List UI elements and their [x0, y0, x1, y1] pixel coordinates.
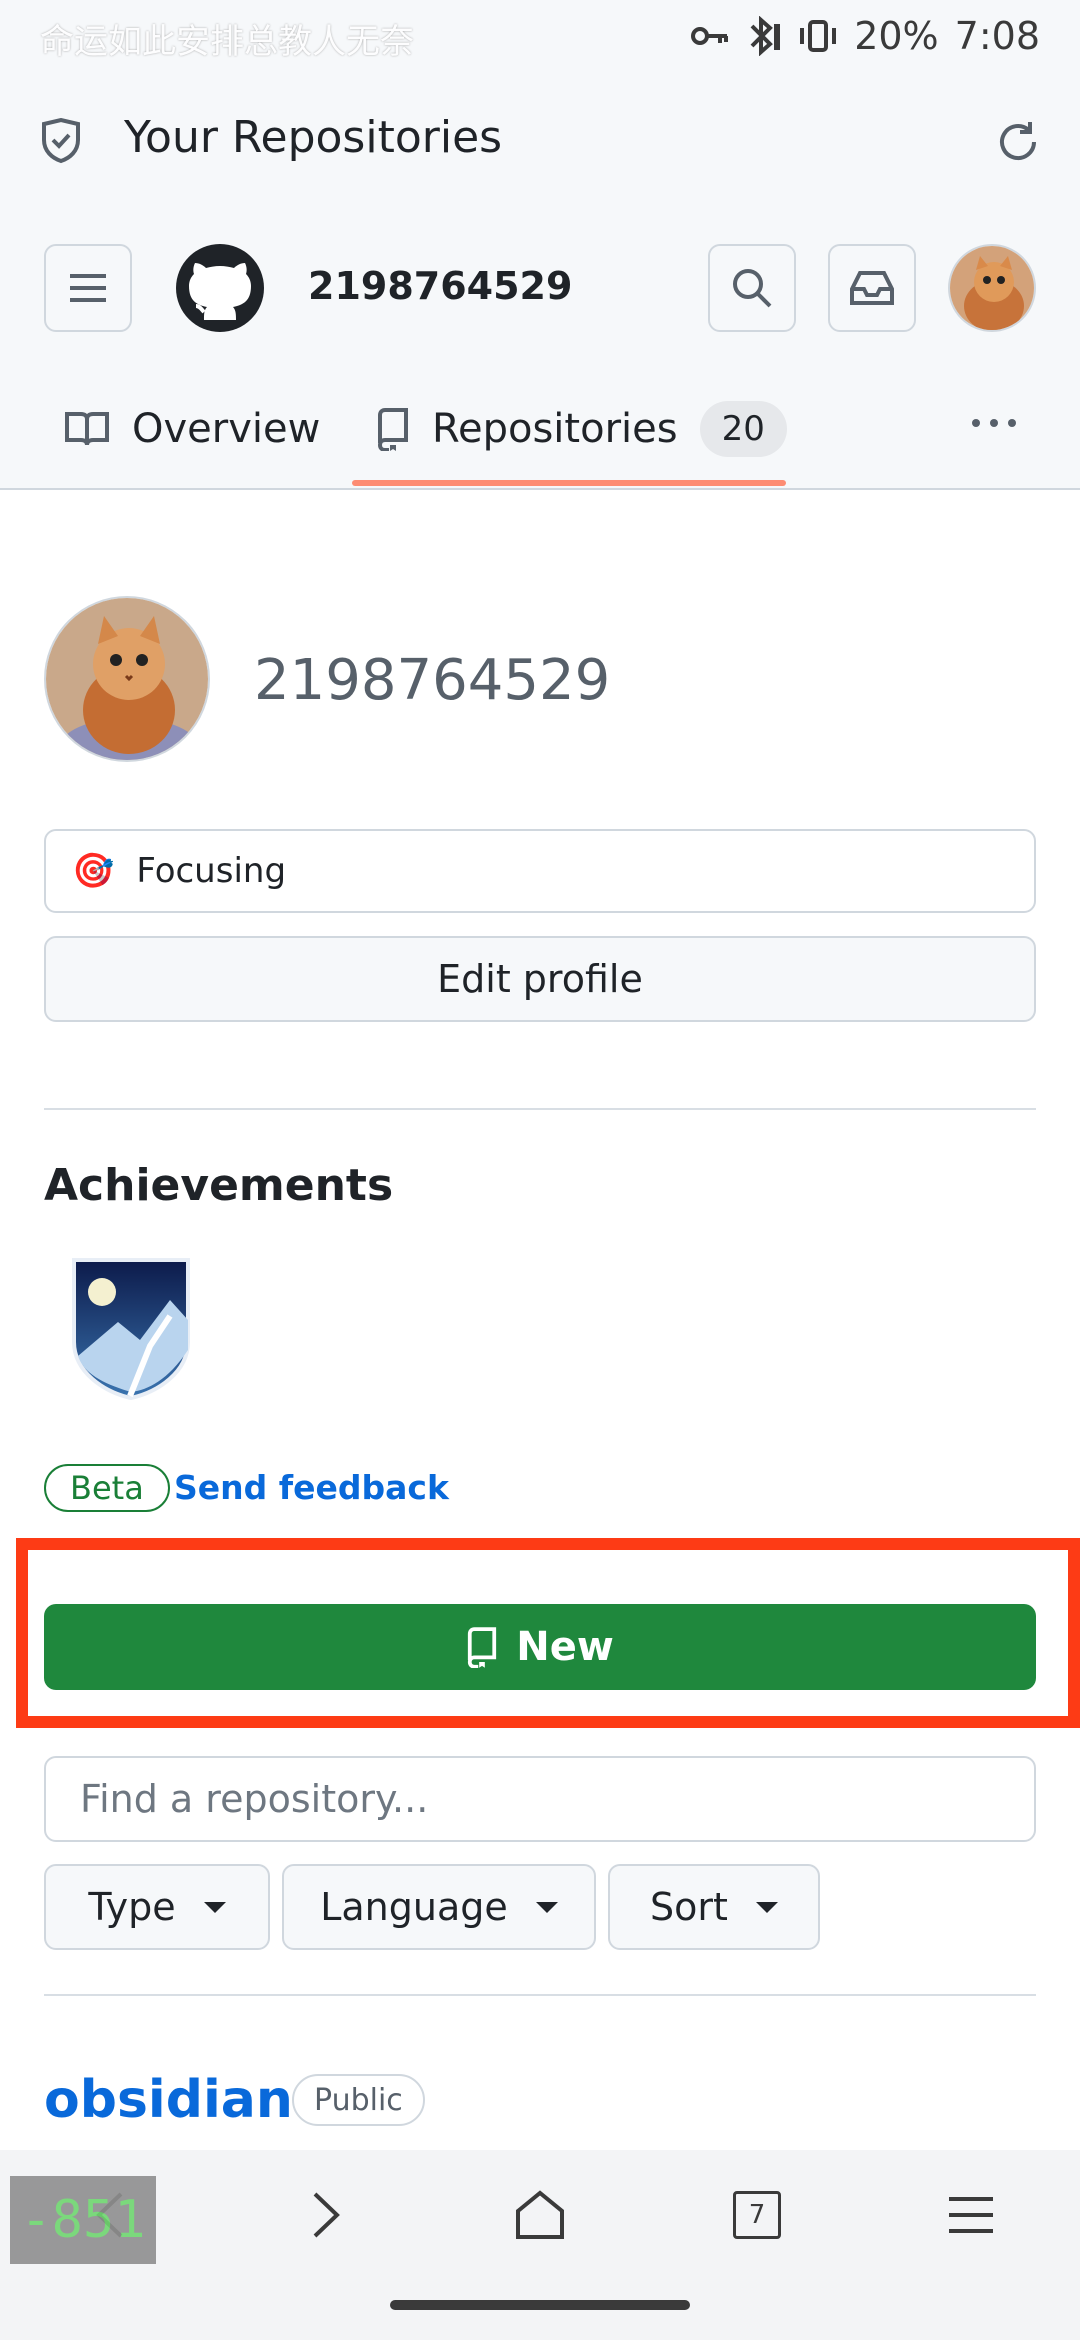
- forward-icon[interactable]: [280, 2170, 370, 2260]
- menu-button[interactable]: [44, 244, 132, 332]
- language-filter-button[interactable]: Language: [282, 1864, 596, 1950]
- active-tab-indicator: [352, 480, 786, 486]
- profile-username: 2198764529: [254, 648, 611, 713]
- inbox-button[interactable]: [828, 244, 916, 332]
- find-repository-input[interactable]: Find a repository...: [44, 1756, 1036, 1842]
- clock: 7:08: [954, 14, 1040, 58]
- beta-label: Beta: [44, 1464, 170, 1512]
- key-icon: [691, 27, 729, 45]
- achievement-badge[interactable]: [70, 1256, 192, 1401]
- edit-profile-button[interactable]: Edit profile: [44, 936, 1036, 1022]
- repository-link[interactable]: obsidian: [44, 2070, 293, 2130]
- new-button-label: New: [516, 1624, 614, 1670]
- tab-count: 7: [733, 2191, 781, 2239]
- repo-icon: [468, 1627, 497, 1668]
- header-username: 2198764529: [308, 264, 573, 308]
- profile-avatar[interactable]: [44, 596, 210, 762]
- battery-percent: 20%: [854, 14, 939, 58]
- status-emoji: 🎯: [72, 851, 115, 891]
- status-notification-text: 命运如此安排总教人无奈: [40, 22, 414, 62]
- divider: [44, 1994, 1036, 1996]
- new-repository-button[interactable]: New: [44, 1604, 1036, 1690]
- caret-down-icon: [203, 1901, 226, 1913]
- tab-overview[interactable]: Overview: [64, 370, 320, 488]
- search-button[interactable]: [708, 244, 796, 332]
- tab-label: Repositories: [432, 406, 678, 452]
- divider: [44, 1108, 1036, 1110]
- filter-label: Sort: [650, 1885, 728, 1929]
- page-title: Your Repositories: [124, 112, 503, 163]
- status-icons: 20% 7:08: [690, 14, 1040, 58]
- refresh-icon[interactable]: [994, 118, 1042, 170]
- type-filter-button[interactable]: Type: [44, 1864, 270, 1950]
- avatar[interactable]: [948, 244, 1036, 332]
- tabs-button[interactable]: 7: [712, 2170, 802, 2260]
- github-logo-icon[interactable]: [174, 242, 266, 338]
- tab-label: Overview: [132, 406, 321, 452]
- home-icon[interactable]: [495, 2170, 585, 2260]
- more-icon[interactable]: [970, 414, 1018, 433]
- caret-down-icon: [755, 1901, 778, 1913]
- book-icon: [65, 412, 109, 446]
- visibility-badge: Public: [292, 2074, 425, 2126]
- menu-icon[interactable]: [926, 2170, 1016, 2260]
- caret-down-icon: [535, 1901, 558, 1913]
- tab-repositories[interactable]: Repositories 20: [376, 370, 787, 488]
- achievements-heading: Achievements: [44, 1160, 394, 1211]
- hamburger-icon: [70, 274, 106, 302]
- send-feedback-link[interactable]: Send feedback: [174, 1468, 449, 1507]
- bluetooth-icon: [750, 16, 781, 56]
- shield-check-icon: [40, 117, 82, 168]
- repo-icon: [377, 408, 408, 451]
- repo-count-badge: 20: [699, 401, 787, 457]
- status-text: Focusing: [136, 851, 287, 891]
- search-icon: [733, 269, 772, 308]
- vibrate-icon: [800, 20, 837, 52]
- overlay-counter: -851: [10, 2176, 156, 2264]
- filter-label: Language: [320, 1885, 508, 1929]
- filter-label: Type: [88, 1885, 176, 1929]
- user-status[interactable]: 🎯 Focusing: [44, 829, 1036, 913]
- gesture-home-bar[interactable]: [390, 2300, 690, 2310]
- sort-filter-button[interactable]: Sort: [608, 1864, 820, 1950]
- inbox-icon: [850, 271, 894, 305]
